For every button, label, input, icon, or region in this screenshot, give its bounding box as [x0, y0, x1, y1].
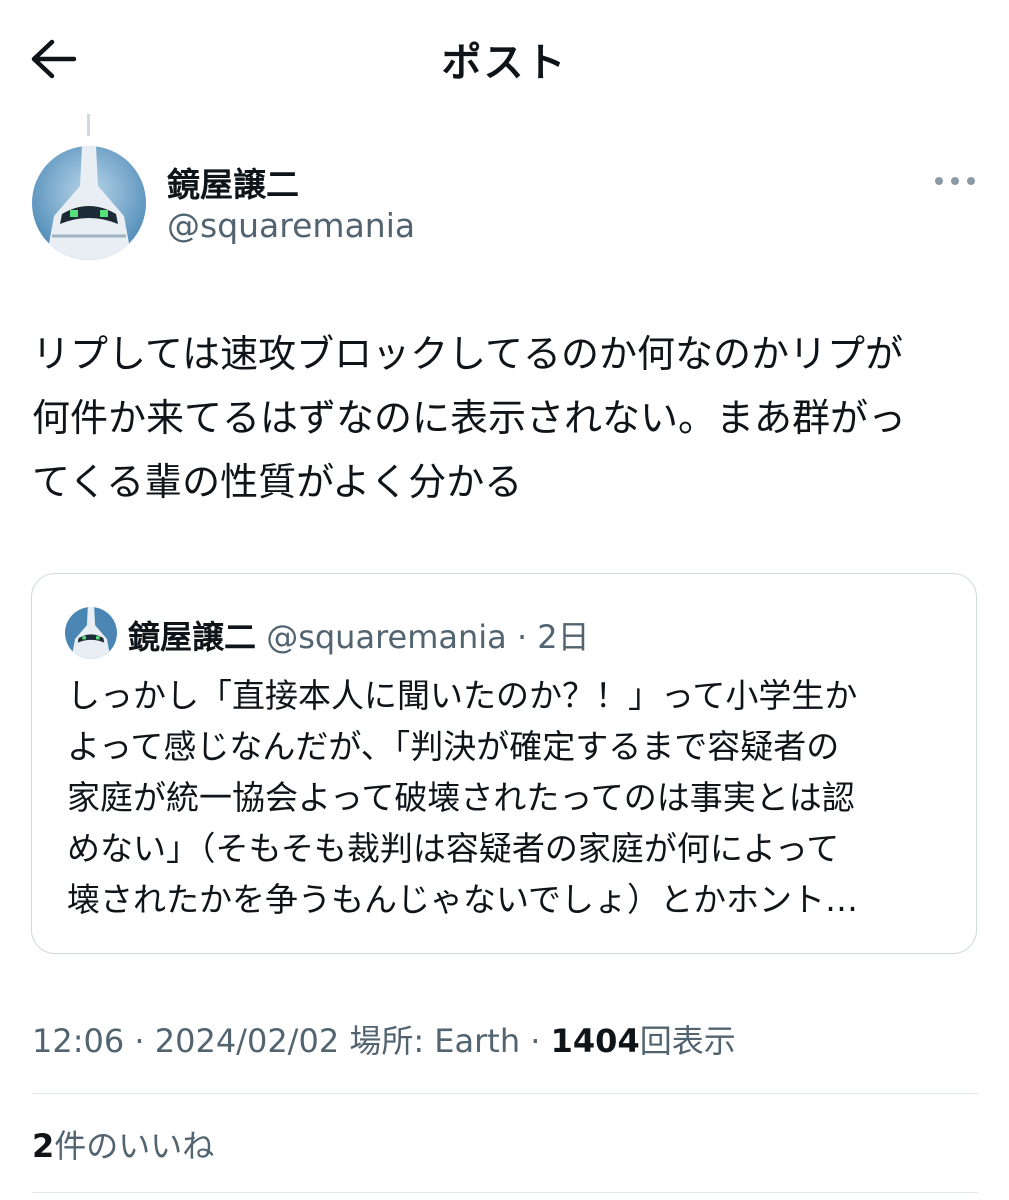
- views-count: 1404: [550, 1022, 640, 1060]
- quoted-text-line: しっかし「直接本人に聞いたのか？！」って小学生か: [67, 676, 858, 715]
- more-options-button[interactable]: [930, 166, 980, 196]
- quoted-avatar: [65, 607, 117, 659]
- likes-count: 2: [32, 1127, 55, 1165]
- avatar[interactable]: [32, 146, 146, 260]
- likes-link[interactable]: 2件のいいね: [32, 1121, 214, 1167]
- quoted-meta: 鏡屋譲二 @squaremania · 2日: [128, 612, 590, 658]
- quoted-post-card[interactable]: 鏡屋譲二 @squaremania · 2日 しっかし「直接本人に聞いたのか？！…: [31, 573, 977, 954]
- page-title: ポスト: [441, 40, 568, 86]
- quoted-separator: ·: [516, 618, 528, 656]
- post-text-line: リプしては速攻ブロックしてるのか何なのかリプが: [32, 332, 903, 376]
- author-handle[interactable]: @squaremania: [167, 206, 415, 245]
- more-dots-icon: [935, 177, 975, 185]
- post-text-line: てくる輩の性質がよく分かる: [32, 460, 523, 504]
- quoted-text: しっかし「直接本人に聞いたのか？！」って小学生か よって感じなんだが、「判決が確…: [67, 670, 967, 925]
- post-text: リプしては速攻ブロックしてるのか何なのかリプが 何件か来てるはずなのに表示されな…: [32, 322, 982, 514]
- post-text-line: 何件か来てるはずなのに表示されない。まあ群がっ: [32, 396, 907, 440]
- quoted-text-line: めない」（そもそも裁判は容疑者の家庭が何によって: [67, 829, 840, 868]
- quoted-time: 2日: [537, 618, 590, 656]
- post-location: 場所: Earth: [349, 1022, 521, 1060]
- views-label: 回表示: [639, 1022, 736, 1060]
- likes-label: 件のいいね: [54, 1127, 215, 1165]
- post-time: 12:06: [32, 1022, 125, 1060]
- thread-connector: [87, 114, 90, 136]
- divider: [32, 1093, 978, 1094]
- author-name[interactable]: 鏡屋譲二: [167, 158, 299, 206]
- quoted-author-handle: @squaremania: [266, 618, 507, 656]
- post-meta: 12:06 · 2024/02/02 場所: Earth · 1404回表示: [32, 1016, 736, 1062]
- top-bar: ポスト: [0, 0, 1009, 118]
- post-date: 2024/02/02: [154, 1022, 340, 1060]
- meta-separator: ·: [530, 1022, 541, 1060]
- divider: [32, 1192, 978, 1193]
- quoted-author-name: 鏡屋譲二: [128, 618, 257, 656]
- meta-separator: ·: [134, 1022, 145, 1060]
- quoted-text-line: 壊されたかを争うもんじゃないでしょ）とかホント…: [67, 880, 859, 919]
- quoted-text-line: よって感じなんだが、「判決が確定するまで容疑者の: [67, 727, 840, 766]
- quoted-text-line: 家庭が統一協会よって破壊されたってのは事実とは認: [67, 778, 855, 817]
